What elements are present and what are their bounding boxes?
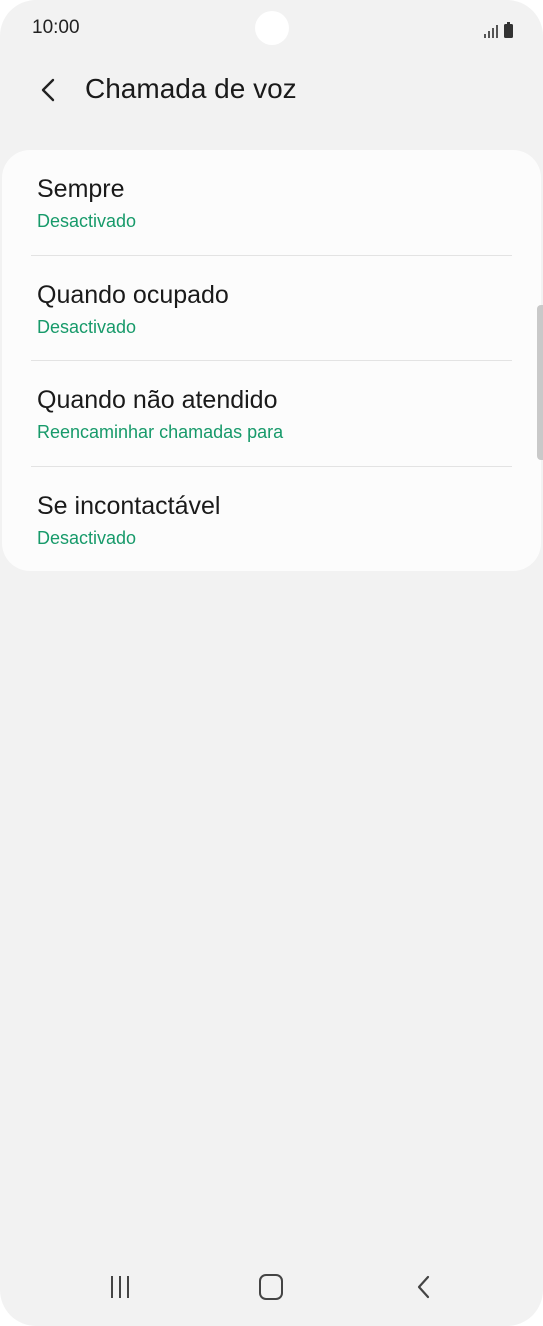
chevron-left-icon bbox=[41, 78, 55, 102]
navigation-bar bbox=[0, 1256, 543, 1326]
list-item-always[interactable]: Sempre Desactivado bbox=[31, 150, 512, 256]
page-title: Chamada de voz bbox=[85, 73, 297, 104]
item-status: Desactivado bbox=[37, 527, 137, 548]
list-item-when-unreachable[interactable]: Se incontactável Desactivado bbox=[31, 467, 512, 573]
recents-button[interactable] bbox=[90, 1262, 150, 1312]
item-title: Quando não atendido bbox=[37, 386, 278, 414]
item-title: Sempre bbox=[37, 175, 125, 203]
status-bar: 10:00 bbox=[0, 0, 543, 58]
battery-icon bbox=[504, 22, 513, 38]
item-status: Desactivado bbox=[37, 316, 137, 337]
home-icon bbox=[259, 1274, 283, 1300]
nav-back-button[interactable] bbox=[394, 1262, 454, 1312]
front-camera-cutout bbox=[255, 11, 289, 45]
item-title: Quando ocupado bbox=[37, 280, 229, 309]
phone-screen: 10:00 Chamada de voz Sempre Desactivado … bbox=[0, 0, 543, 1326]
list-item-when-busy[interactable]: Quando ocupado Desactivado bbox=[31, 256, 512, 361]
status-time: 10:00 bbox=[32, 17, 80, 38]
signal-icon bbox=[484, 24, 498, 38]
item-status: Desactivado bbox=[37, 211, 137, 231]
scrollbar-handle[interactable] bbox=[537, 305, 543, 460]
item-status: Reencaminhar chamadas para bbox=[37, 422, 284, 442]
status-icons bbox=[484, 20, 513, 38]
list-item-when-unanswered[interactable]: Quando não atendido Reencaminhar chamada… bbox=[31, 361, 512, 467]
back-icon bbox=[417, 1275, 430, 1299]
app-header: Chamada de voz bbox=[0, 60, 543, 120]
home-button[interactable] bbox=[241, 1262, 301, 1312]
back-button[interactable] bbox=[28, 68, 68, 112]
item-title: Se incontactável bbox=[37, 491, 221, 520]
call-forwarding-list: Sempre Desactivado Quando ocupado Desact… bbox=[2, 150, 541, 571]
recents-icon bbox=[111, 1276, 129, 1298]
